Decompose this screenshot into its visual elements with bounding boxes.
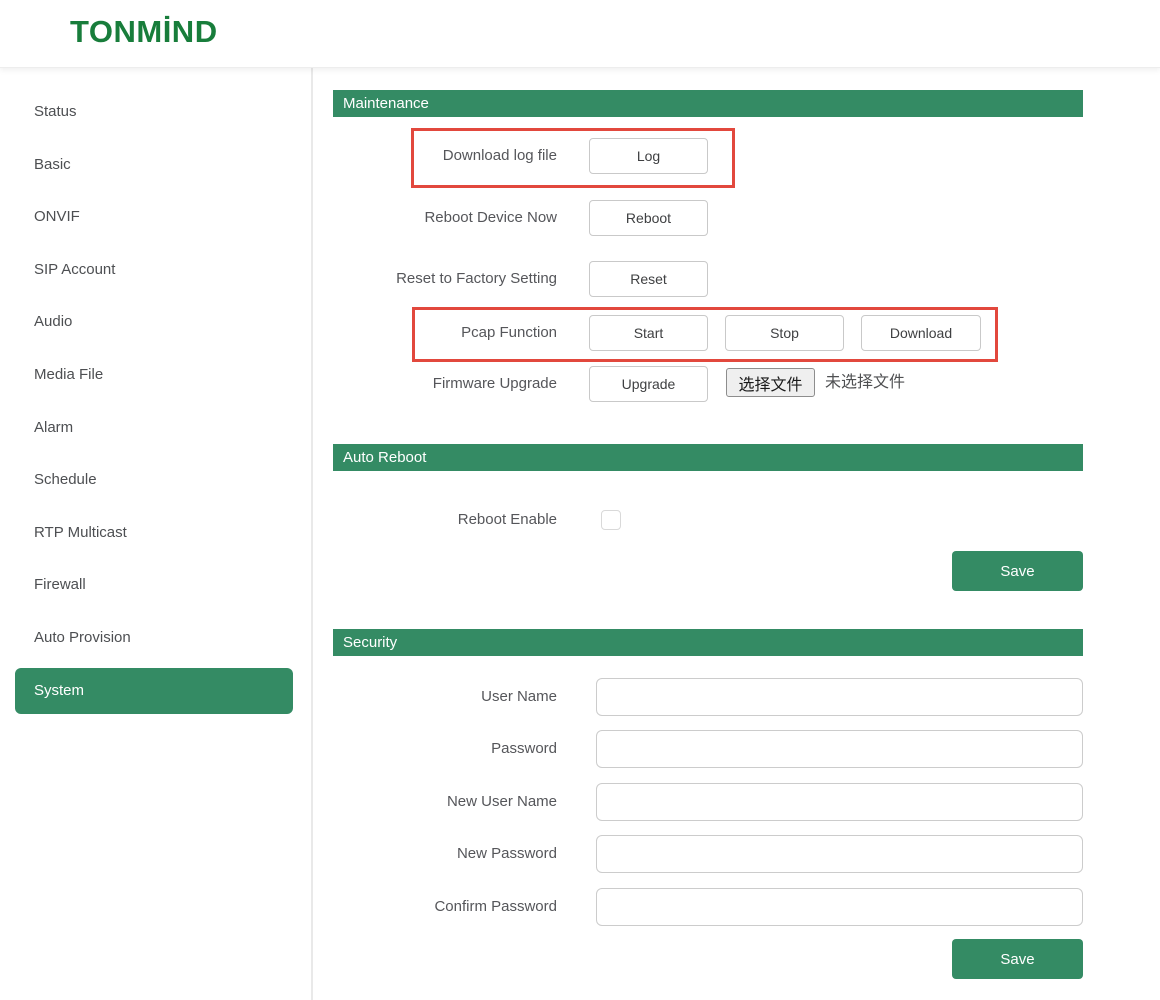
download-log-file-label: Download log file xyxy=(333,138,557,174)
file-status-text: 未选择文件 xyxy=(825,368,905,397)
reboot-enable-checkbox[interactable] xyxy=(601,510,621,530)
password-input[interactable] xyxy=(596,730,1083,768)
sidebar-item-onvif[interactable]: ONVIF xyxy=(0,191,311,244)
reset-to-factory-label: Reset to Factory Setting xyxy=(333,261,557,297)
pcap-stop-button[interactable]: Stop xyxy=(725,315,844,351)
user-name-label: User Name xyxy=(333,678,557,716)
new-password-input[interactable] xyxy=(596,835,1083,873)
reboot-device-now-label: Reboot Device Now xyxy=(333,200,557,236)
section-header-security: Security xyxy=(333,629,1083,656)
sidebar-nav: Status Basic ONVIF SIP Account Audio Med… xyxy=(0,68,313,1000)
pcap-function-label: Pcap Function xyxy=(333,315,557,351)
sidebar-item-audio[interactable]: Audio xyxy=(0,296,311,349)
top-header: TONMİND xyxy=(0,0,1160,68)
section-header-maintenance: Maintenance xyxy=(333,90,1083,117)
new-user-name-label: New User Name xyxy=(333,783,557,821)
section-header-auto-reboot: Auto Reboot xyxy=(333,444,1083,471)
sidebar-item-auto-provision[interactable]: Auto Provision xyxy=(0,612,311,665)
log-button[interactable]: Log xyxy=(589,138,708,174)
sidebar-item-rtp-multicast[interactable]: RTP Multicast xyxy=(0,507,311,560)
confirm-password-label: Confirm Password xyxy=(333,888,557,926)
user-name-input[interactable] xyxy=(596,678,1083,716)
sidebar-item-status[interactable]: Status xyxy=(0,86,311,139)
sidebar-item-sip-account[interactable]: SIP Account xyxy=(0,244,311,297)
auto-reboot-save-button[interactable]: Save xyxy=(952,551,1083,591)
main-content: Maintenance Download log file Log Reboot… xyxy=(333,0,1083,1000)
new-user-name-input[interactable] xyxy=(596,783,1083,821)
new-password-label: New Password xyxy=(333,835,557,873)
brand-logo: TONMİND xyxy=(70,14,218,50)
reboot-button[interactable]: Reboot xyxy=(589,200,708,236)
sidebar-item-system[interactable]: System xyxy=(15,668,293,714)
confirm-password-input[interactable] xyxy=(596,888,1083,926)
pcap-start-button[interactable]: Start xyxy=(589,315,708,351)
security-save-button[interactable]: Save xyxy=(952,939,1083,979)
firmware-upgrade-label: Firmware Upgrade xyxy=(333,366,557,402)
sidebar-item-basic[interactable]: Basic xyxy=(0,139,311,192)
reboot-enable-label: Reboot Enable xyxy=(333,502,557,538)
choose-file-button[interactable]: 选择文件 xyxy=(726,368,815,397)
upgrade-button[interactable]: Upgrade xyxy=(589,366,708,402)
sidebar-item-alarm[interactable]: Alarm xyxy=(0,402,311,455)
pcap-download-button[interactable]: Download xyxy=(861,315,981,351)
sidebar-item-firewall[interactable]: Firewall xyxy=(0,559,311,612)
sidebar-item-media-file[interactable]: Media File xyxy=(0,349,311,402)
reset-button[interactable]: Reset xyxy=(589,261,708,297)
sidebar-item-schedule[interactable]: Schedule xyxy=(0,454,311,507)
password-label: Password xyxy=(333,730,557,768)
